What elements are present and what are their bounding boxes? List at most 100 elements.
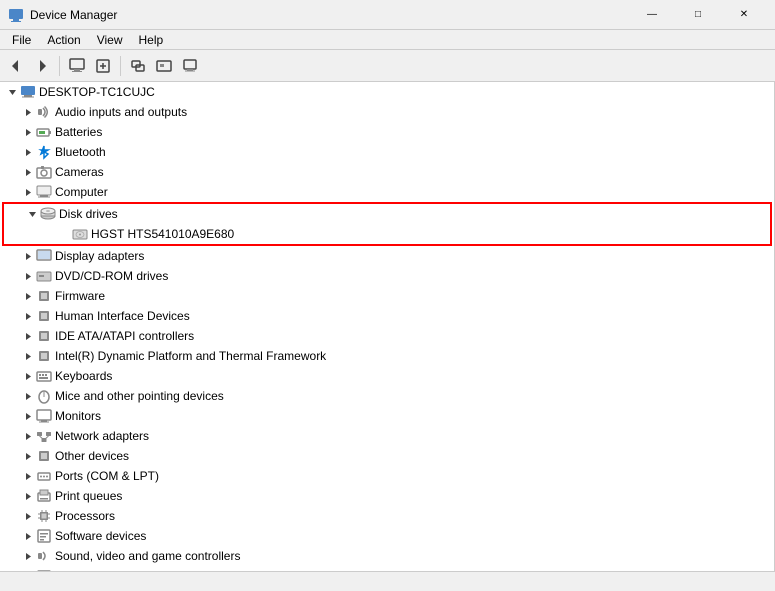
other-arrow: [20, 448, 36, 464]
menu-bar: File Action View Help: [0, 30, 775, 50]
tree-item-display[interactable]: Display adapters: [0, 246, 774, 266]
app-icon: [8, 7, 24, 23]
tree-item-storage[interactable]: Storage controllers: [0, 566, 774, 571]
minimize-button[interactable]: —: [629, 0, 675, 30]
tree-item-batteries[interactable]: Batteries: [0, 122, 774, 142]
computer-arrow: [20, 184, 36, 200]
cameras-arrow: [20, 164, 36, 180]
bluetooth-arrow: [20, 144, 36, 160]
toolbar-help[interactable]: [126, 54, 150, 78]
close-button[interactable]: ✕: [721, 0, 767, 30]
tree-item-computer[interactable]: Computer: [0, 182, 774, 202]
toolbar-computer[interactable]: [65, 54, 89, 78]
tree-item-processors[interactable]: Processors: [0, 506, 774, 526]
bluetooth-label: Bluetooth: [55, 145, 106, 159]
tree-root[interactable]: DESKTOP-TC1CUJC: [0, 82, 774, 102]
tree-item-diskdrives[interactable]: Disk drives: [4, 204, 770, 224]
toolbar-refresh[interactable]: [152, 54, 176, 78]
menu-file[interactable]: File: [4, 31, 39, 49]
tree-item-monitors[interactable]: Monitors: [0, 406, 774, 426]
hid-label: Human Interface Devices: [55, 309, 190, 323]
ports-label: Ports (COM & LPT): [55, 469, 159, 483]
keyboards-label: Keyboards: [55, 369, 112, 383]
audio-arrow: [20, 104, 36, 120]
firmware-arrow: [20, 288, 36, 304]
menu-help[interactable]: Help: [131, 31, 172, 49]
batteries-label: Batteries: [55, 125, 102, 139]
tree-item-cameras[interactable]: Cameras: [0, 162, 774, 182]
intel-arrow: [20, 348, 36, 364]
software-label: Software devices: [55, 529, 146, 543]
printqueues-icon: [36, 488, 52, 504]
ports-icon: [36, 468, 52, 484]
monitors-icon: [36, 408, 52, 424]
toolbar-device-screen[interactable]: [178, 54, 202, 78]
tree-item-keyboards[interactable]: Keyboards: [0, 366, 774, 386]
tree-item-network[interactable]: Network adapters: [0, 426, 774, 446]
root-arrow: [4, 84, 20, 100]
toolbar-separator-2: [120, 56, 121, 76]
display-label: Display adapters: [55, 249, 144, 263]
network-label: Network adapters: [55, 429, 149, 443]
window-controls: — □ ✕: [629, 0, 767, 30]
ide-icon: [36, 328, 52, 344]
tree-item-other[interactable]: Other devices: [0, 446, 774, 466]
software-arrow: [20, 528, 36, 544]
toolbar-show-hidden[interactable]: [91, 54, 115, 78]
toolbar: [0, 50, 775, 82]
keyboards-icon: [36, 368, 52, 384]
disk-drives-highlight: Disk drives HGST HTS541010A9E680: [2, 202, 772, 246]
tree-item-hgst[interactable]: HGST HTS541010A9E680: [4, 224, 770, 244]
computer-label: Computer: [55, 185, 108, 199]
ide-arrow: [20, 328, 36, 344]
status-bar: [0, 571, 775, 591]
tree-item-audio[interactable]: Audio inputs and outputs: [0, 102, 774, 122]
network-icon: [36, 428, 52, 444]
tree-item-bluetooth[interactable]: Bluetooth: [0, 142, 774, 162]
keyboards-arrow: [20, 368, 36, 384]
intel-label: Intel(R) Dynamic Platform and Thermal Fr…: [55, 349, 326, 363]
toolbar-forward[interactable]: [30, 54, 54, 78]
cameras-label: Cameras: [55, 165, 104, 179]
cameras-icon: [36, 164, 52, 180]
dvd-icon: [36, 268, 52, 284]
tree-item-sound[interactable]: Sound, video and game controllers: [0, 546, 774, 566]
batteries-icon: [36, 124, 52, 140]
sound-label: Sound, video and game controllers: [55, 549, 240, 563]
printqueues-arrow: [20, 488, 36, 504]
root-label: DESKTOP-TC1CUJC: [39, 85, 155, 99]
tree-item-printqueues[interactable]: Print queues: [0, 486, 774, 506]
tree-item-mice[interactable]: Mice and other pointing devices: [0, 386, 774, 406]
hid-icon: [36, 308, 52, 324]
tree-item-ports[interactable]: Ports (COM & LPT): [0, 466, 774, 486]
tree-item-intel[interactable]: Intel(R) Dynamic Platform and Thermal Fr…: [0, 346, 774, 366]
tree-item-ide[interactable]: IDE ATA/ATAPI controllers: [0, 326, 774, 346]
display-arrow: [20, 248, 36, 264]
ide-label: IDE ATA/ATAPI controllers: [55, 329, 194, 343]
device-tree[interactable]: DESKTOP-TC1CUJC Audio inputs and outputs: [0, 82, 775, 571]
firmware-label: Firmware: [55, 289, 105, 303]
title-bar: Device Manager — □ ✕: [0, 0, 775, 30]
display-icon: [36, 248, 52, 264]
other-label: Other devices: [55, 449, 129, 463]
menu-view[interactable]: View: [89, 31, 131, 49]
mice-label: Mice and other pointing devices: [55, 389, 224, 403]
tree-item-hid[interactable]: Human Interface Devices: [0, 306, 774, 326]
toolbar-back[interactable]: [4, 54, 28, 78]
tree-item-firmware[interactable]: Firmware: [0, 286, 774, 306]
ports-arrow: [20, 468, 36, 484]
intel-icon: [36, 348, 52, 364]
window-title: Device Manager: [30, 8, 629, 22]
toolbar-separator-1: [59, 56, 60, 76]
diskdrives-label: Disk drives: [59, 207, 118, 221]
tree-item-software[interactable]: Software devices: [0, 526, 774, 546]
diskdrives-icon: [40, 206, 56, 222]
tree-item-dvd[interactable]: DVD/CD-ROM drives: [0, 266, 774, 286]
sound-arrow: [20, 548, 36, 564]
software-icon: [36, 528, 52, 544]
printqueues-label: Print queues: [55, 489, 122, 503]
maximize-button[interactable]: □: [675, 0, 721, 30]
hid-arrow: [20, 308, 36, 324]
menu-action[interactable]: Action: [39, 31, 88, 49]
processors-arrow: [20, 508, 36, 524]
